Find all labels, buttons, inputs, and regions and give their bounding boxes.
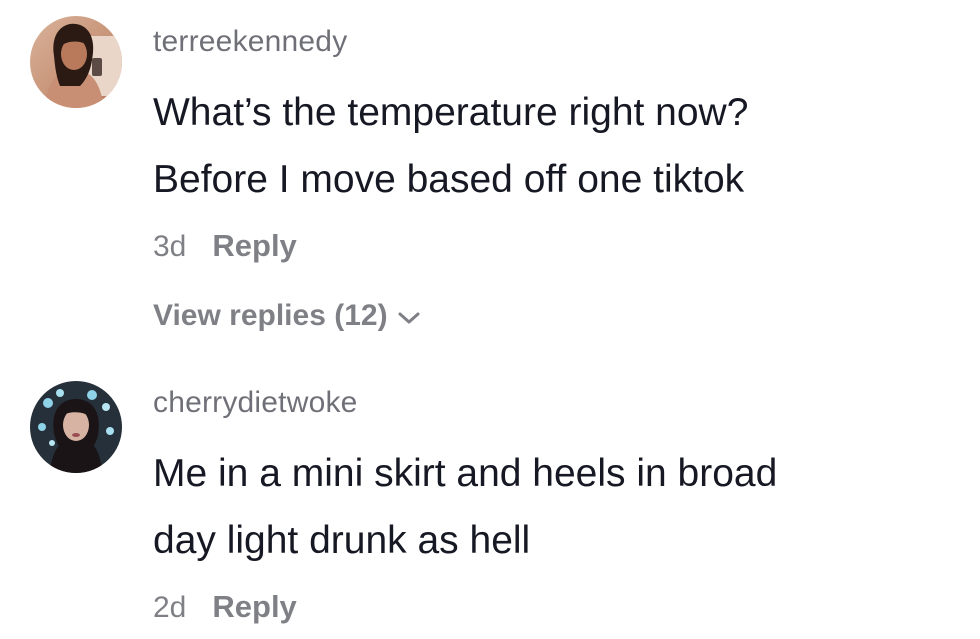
reply-button[interactable]: Reply: [212, 228, 296, 264]
avatar[interactable]: [30, 16, 122, 108]
comment-meta: 2d Reply: [153, 589, 297, 625]
comment-item: terreekennedy What’s the temperature rig…: [0, 0, 980, 360]
comment-username[interactable]: terreekennedy: [153, 25, 347, 59]
comment-timestamp: 3d: [153, 230, 187, 263]
view-replies-label: View replies (12): [153, 299, 388, 332]
comment-text: Me in a mini skirt and heels in broad da…: [153, 440, 777, 574]
view-replies-button[interactable]: View replies (12): [153, 299, 422, 333]
chevron-down-icon: [396, 309, 422, 327]
comment-meta: 3d Reply: [153, 228, 297, 264]
comment-username[interactable]: cherrydietwoke: [153, 386, 358, 420]
avatar[interactable]: [30, 381, 122, 473]
comment-text-line: day light drunk as hell: [153, 519, 531, 562]
comment-item: cherrydietwoke Me in a mini skirt and he…: [0, 362, 980, 639]
comment-text: What’s the temperature right now? Before…: [153, 79, 748, 213]
comment-text-line: Before I move based off one tiktok: [153, 158, 745, 201]
avatar-image: [30, 16, 122, 108]
comment-text-line: Me in a mini skirt and heels in broad: [153, 452, 778, 495]
avatar-image: [30, 381, 122, 473]
comment-timestamp: 2d: [153, 591, 187, 624]
reply-button[interactable]: Reply: [212, 589, 296, 625]
comment-text-line: What’s the temperature right now?: [153, 91, 749, 134]
